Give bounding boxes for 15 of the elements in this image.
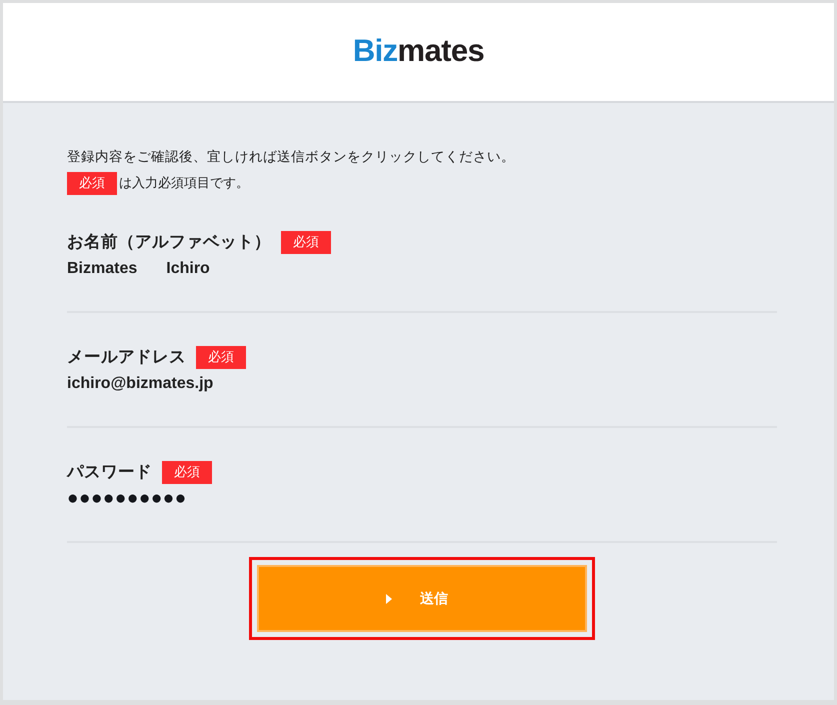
- legend-text: は入力必須項目です。: [119, 174, 249, 192]
- field-value: ichiro@bizmates.jp: [67, 375, 214, 393]
- field-label: メールアドレス: [67, 347, 186, 368]
- field-value: Ichiro: [166, 260, 210, 278]
- field-label: お名前（アルファベット）: [67, 232, 271, 253]
- triangle-icon: [386, 594, 392, 604]
- required-badge: 必須: [162, 460, 212, 484]
- required-badge: 必須: [67, 172, 117, 194]
- field-value: Bizmates: [67, 260, 138, 278]
- required-badge: 必須: [281, 230, 331, 254]
- instruction-text: 登録内容をご確認後、宜しければ送信ボタンをクリックしてください。: [67, 148, 516, 166]
- required-badge: 必須: [196, 346, 246, 368]
- logo[interactable]: Bizmates: [352, 34, 484, 70]
- password-value: ●●●●●●●●●●: [67, 488, 187, 510]
- field-label: パスワード: [67, 462, 152, 483]
